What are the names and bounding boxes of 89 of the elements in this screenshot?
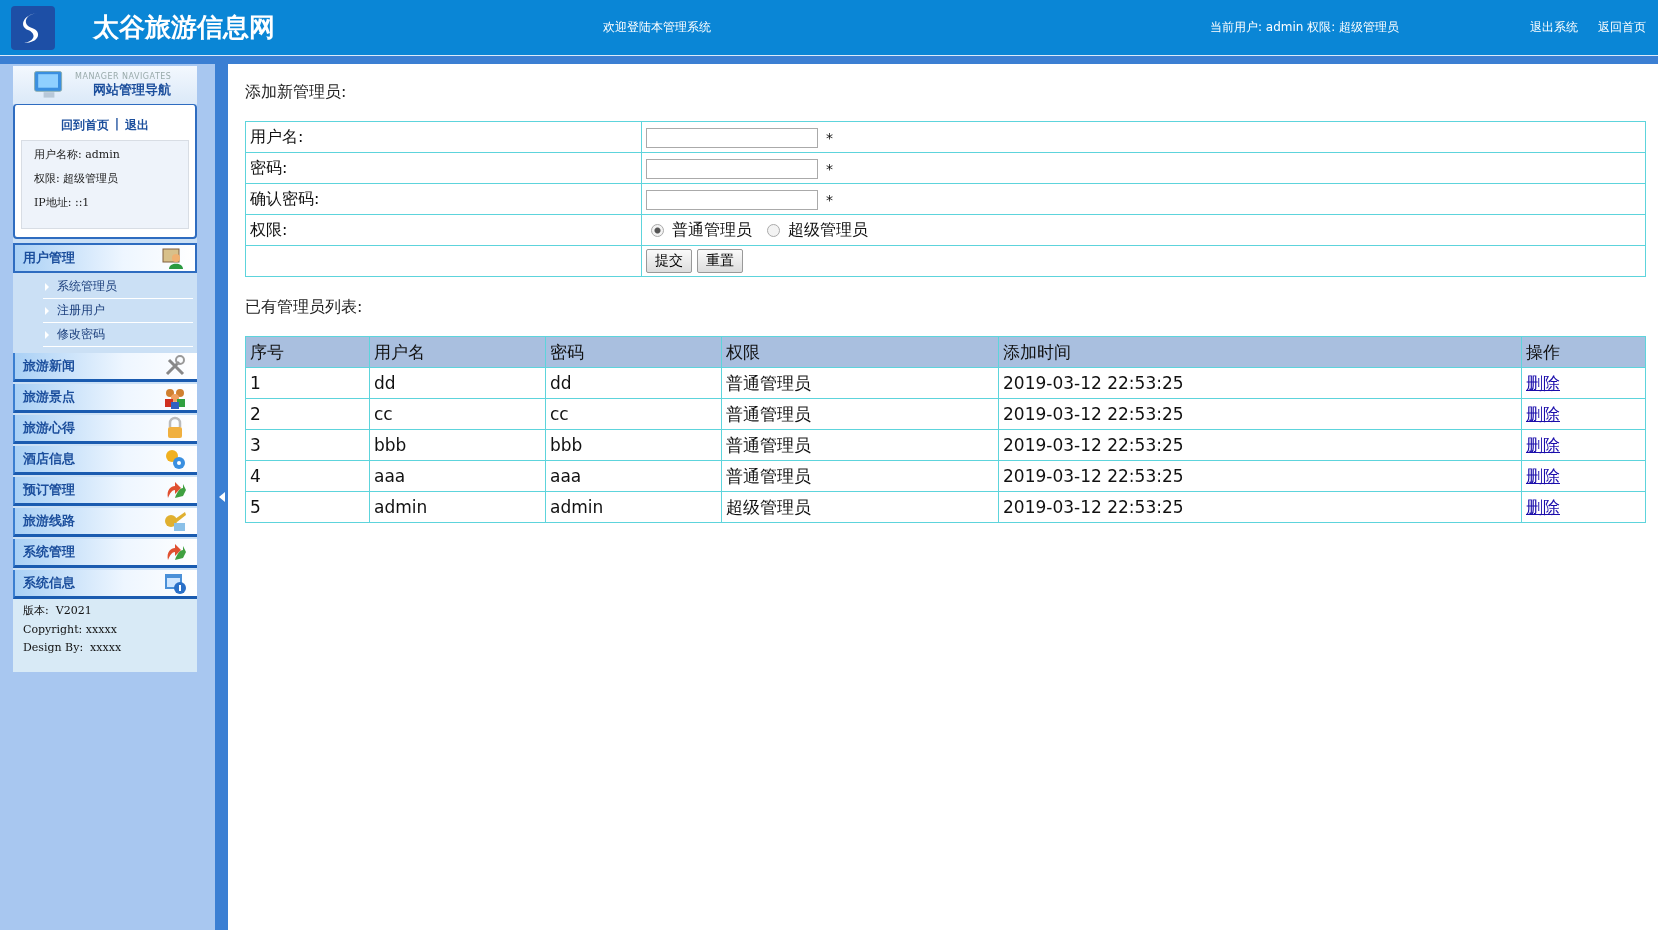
- menu-group-header[interactable]: 酒店信息: [13, 446, 197, 475]
- table-cell: aaa: [374, 466, 406, 486]
- footer-text: Design By: xxxxx: [23, 641, 123, 654]
- info-text: 用户名称: admin: [34, 147, 121, 162]
- submenu-item[interactable]: 修改密码: [43, 323, 193, 347]
- table-cell: 1: [250, 373, 261, 393]
- info-window-icon: [163, 571, 187, 595]
- menu-group-header[interactable]: 旅游心得: [13, 415, 197, 444]
- table-cell: 2019-03-12 22:53:25: [1003, 435, 1184, 455]
- link-separator: |: [114, 117, 120, 133]
- table-cell: dd: [374, 373, 396, 393]
- required-mark: *: [826, 191, 833, 208]
- sidebar-title: 网站管理导航: [93, 80, 172, 99]
- footer-text: 版本: V2021: [23, 603, 93, 618]
- form-label: 权限:: [245, 214, 642, 246]
- delete-link[interactable]: 删除: [1526, 465, 1560, 486]
- table-cell: 3: [250, 435, 261, 455]
- person-icon: [161, 246, 185, 270]
- section-title: 已有管理员列表:: [245, 297, 363, 318]
- column-header: 操作: [1521, 336, 1646, 368]
- menu-group-header[interactable]: 旅游景点: [13, 384, 197, 413]
- table-cell: bbb: [550, 435, 583, 455]
- column-header: 用户名: [369, 336, 546, 368]
- table-cell: admin: [374, 497, 428, 517]
- submenu-item[interactable]: 系统管理员: [43, 275, 193, 299]
- welcome-text: 欢迎登陆本管理系统: [603, 19, 712, 36]
- table-cell: cc: [374, 404, 393, 424]
- delete-link[interactable]: 删除: [1526, 403, 1560, 424]
- collapse-arrow-icon[interactable]: [218, 492, 225, 502]
- input-field[interactable]: [646, 158, 818, 179]
- tools-icon: [163, 354, 187, 378]
- table-cell: 2019-03-12 22:53:25: [1003, 466, 1184, 486]
- footer-text: Copyright: xxxxx: [23, 623, 118, 636]
- menu-group-header[interactable]: 系统管理: [13, 539, 197, 568]
- key-icon: [163, 509, 187, 533]
- table-cell: 普通管理员: [726, 403, 811, 424]
- table-cell: admin: [550, 497, 604, 517]
- required-mark: *: [826, 129, 833, 146]
- table-cell: 2: [250, 404, 261, 424]
- section-title: 添加新管理员:: [245, 82, 347, 103]
- gears-icon: [163, 447, 187, 471]
- table-cell: bbb: [374, 435, 407, 455]
- required-mark: *: [826, 160, 833, 177]
- sidebar-link[interactable]: 退出: [125, 117, 150, 134]
- column-header: 密码: [545, 336, 722, 368]
- table-cell: 超级管理员: [726, 496, 811, 517]
- table-cell: dd: [550, 373, 572, 393]
- table-cell: 2019-03-12 22:53:25: [1003, 497, 1184, 517]
- radio-button[interactable]: [767, 223, 780, 237]
- sidebar-subtitle: MANAGER NAVIGATES: [75, 71, 172, 81]
- table-cell: 普通管理员: [726, 434, 811, 455]
- radio-label: 超级管理员: [788, 219, 868, 241]
- menu-group-header[interactable]: 用户管理: [13, 243, 197, 273]
- table-cell: 2019-03-12 22:53:25: [1003, 404, 1184, 424]
- menu-group-header[interactable]: 旅游新闻: [13, 353, 197, 382]
- menu-group-header[interactable]: 预订管理: [13, 477, 197, 506]
- form-button[interactable]: 提交: [646, 249, 692, 273]
- form-button[interactable]: 重置: [697, 249, 743, 273]
- form-label: 确认密码:: [245, 183, 642, 215]
- table-cell: 5: [250, 497, 261, 517]
- table-cell: 4: [250, 466, 261, 486]
- table-cell: aaa: [550, 466, 582, 486]
- logo-icon: [10, 4, 56, 51]
- site-title: 太谷旅游信息网: [93, 11, 276, 44]
- column-header: 序号: [245, 336, 370, 368]
- delete-link[interactable]: 删除: [1526, 434, 1560, 455]
- input-field[interactable]: [646, 127, 818, 148]
- info-text: 权限: 超级管理员: [34, 171, 120, 186]
- column-header: 权限: [721, 336, 999, 368]
- delete-link[interactable]: 删除: [1526, 372, 1560, 393]
- menu-group-header[interactable]: 旅游线路: [13, 508, 197, 537]
- table-cell: 2019-03-12 22:53:25: [1003, 373, 1184, 393]
- input-field[interactable]: [646, 189, 818, 210]
- table-cell: cc: [550, 404, 569, 424]
- radio-label: 普通管理员: [672, 219, 752, 241]
- column-header: 添加时间: [998, 336, 1522, 368]
- header-link[interactable]: 返回首页: [1598, 19, 1646, 36]
- form-label: 密码:: [245, 152, 642, 184]
- submenu-item[interactable]: 注册用户: [43, 299, 193, 323]
- sidebar-link[interactable]: 回到首页: [60, 117, 109, 134]
- radio-button[interactable]: [651, 223, 664, 237]
- delete-link[interactable]: 删除: [1526, 496, 1560, 517]
- menu-group-header[interactable]: 系统信息: [13, 570, 197, 599]
- header-link[interactable]: 退出系统: [1530, 19, 1578, 36]
- current-user-text: 当前用户: admin 权限: 超级管理员: [1210, 19, 1401, 36]
- table-cell: 普通管理员: [726, 372, 811, 393]
- form-label: 用户名:: [245, 121, 642, 153]
- info-text: IP地址: ::1: [34, 195, 91, 210]
- table-cell: 普通管理员: [726, 465, 811, 486]
